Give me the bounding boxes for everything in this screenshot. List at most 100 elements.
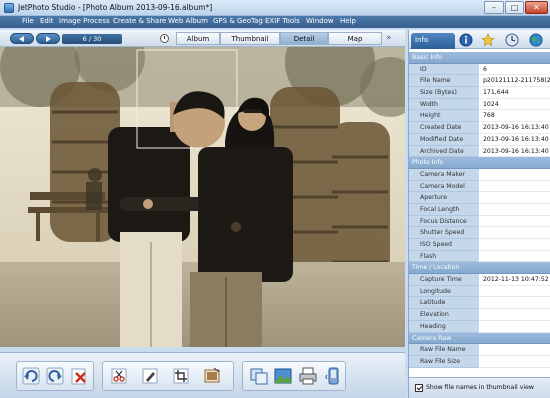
menu-create-share[interactable]: Create & Share [113, 17, 166, 25]
next-photo-button[interactable] [36, 33, 60, 44]
info-row-value[interactable]: p20121112-211758(2) [480, 75, 550, 88]
info-row: Created Date 2013-09-16 16:13:40 [409, 122, 550, 134]
rotate-right-button[interactable] [45, 366, 65, 386]
delete-icon [71, 368, 86, 385]
menu-image-process[interactable]: Image Process [59, 17, 110, 25]
tab-map[interactable]: Map [328, 32, 382, 45]
info-table: Basic Info ID 6 File Name p20121112-211758(2… [409, 52, 550, 368]
menu-web-album[interactable]: Web Album [168, 17, 208, 25]
photo-image [0, 47, 405, 347]
edit-icon [142, 368, 158, 384]
tool-group-rotate [16, 361, 94, 391]
menu-exif-tools[interactable]: EXIF Tools [265, 17, 300, 25]
info-row: Shutter Speed [409, 227, 550, 239]
info-row: File Name p20121112-211758(2) [409, 75, 550, 88]
cut-icon [111, 368, 127, 384]
info-row-label: Height [409, 110, 479, 123]
info-row-value[interactable] [480, 216, 550, 228]
info-row-value[interactable]: 1024 [480, 99, 550, 111]
show-filenames-checkbox[interactable] [415, 384, 423, 392]
info-row-value[interactable]: 2013-09-16 16:13:40 [480, 134, 550, 146]
menu-file[interactable]: File [22, 17, 34, 25]
clock-icon[interactable] [160, 34, 169, 43]
info-row-label: Focal Length [409, 203, 479, 216]
info-row-label: Camera Maker [409, 168, 479, 181]
cut-button[interactable] [109, 366, 129, 386]
info-row-value[interactable]: 2012-11-13 10:47:52 [480, 274, 550, 286]
info-row-value[interactable] [480, 227, 550, 239]
tab-album[interactable]: Album [176, 32, 220, 45]
info-row-label: File Name [409, 75, 479, 88]
close-button[interactable]: ✕ [525, 1, 548, 14]
info-row-value[interactable]: 768 [480, 110, 550, 123]
info-row: Camera Maker [409, 168, 550, 181]
info-row-value[interactable] [480, 321, 550, 333]
maximize-button[interactable]: □ [505, 1, 524, 14]
menu-gps-geotag[interactable]: GPS & GeoTag [213, 17, 263, 25]
history-tab-button[interactable] [505, 33, 519, 47]
info-row-value[interactable]: 6 [480, 64, 550, 76]
info-row-value[interactable] [480, 297, 550, 310]
info-row: Aperture [409, 192, 550, 204]
info-row-value[interactable]: 171,644 [480, 87, 550, 99]
info-row-label: Capture Time [409, 274, 479, 286]
info-row-value[interactable] [480, 239, 550, 251]
info-row-value[interactable] [480, 286, 550, 298]
info-row-value[interactable] [480, 309, 550, 321]
section-header: Time / Location [409, 262, 550, 275]
info-tab-button[interactable] [459, 33, 473, 47]
section-title[interactable]: Time / Location [409, 262, 550, 275]
title-bar: JetPhoto Studio - [Photo Album 2013-09-1… [0, 0, 550, 16]
info-row-value[interactable] [480, 169, 550, 181]
copy-icon [250, 368, 268, 385]
section-title[interactable]: Photo Info [409, 157, 550, 169]
info-row: Flash [409, 250, 550, 263]
menu-window[interactable]: Window [306, 17, 334, 25]
info-row-label: Modified Date [409, 133, 479, 146]
map-tab-button[interactable] [529, 33, 543, 47]
slideshow-button[interactable] [202, 366, 222, 386]
rotate-left-button[interactable] [21, 366, 41, 386]
rating-tab-button[interactable] [481, 33, 495, 47]
info-row-label: Raw File Size [409, 355, 479, 368]
tab-detail[interactable]: Detail [280, 32, 328, 45]
info-row-value[interactable] [480, 204, 550, 216]
menu-edit[interactable]: Edit [40, 17, 54, 25]
menu-help[interactable]: Help [340, 17, 356, 25]
tab-thumbnail[interactable]: Thumbnail [220, 32, 280, 45]
image-button[interactable] [273, 366, 293, 386]
delete-button[interactable] [69, 366, 89, 386]
photo-viewer[interactable] [0, 47, 405, 347]
info-row-label: Focus Distance [409, 215, 479, 228]
info-row-value[interactable] [480, 251, 550, 263]
info-row: Modified Date 2013-09-16 16:13:40 [409, 133, 550, 146]
panel-tabs: Info [409, 30, 550, 49]
info-row-value[interactable] [480, 344, 550, 356]
mobile-button[interactable] [323, 366, 343, 386]
more-tabs-button[interactable]: » [386, 33, 392, 43]
info-row: Size (Bytes) 171,644 [409, 87, 550, 99]
info-row-label: ISO Speed [409, 239, 479, 251]
copy-button[interactable] [249, 366, 269, 386]
section-header: Photo Info [409, 157, 550, 169]
tab-info[interactable]: Info [411, 33, 455, 49]
section-title[interactable]: Basic Info [409, 52, 550, 64]
info-row-value[interactable]: 2013-09-16 16:13:40 [480, 122, 550, 134]
section-header: Camera Raw [409, 332, 550, 345]
print-button[interactable] [298, 366, 318, 386]
info-row-label: Archived Date [409, 145, 479, 158]
info-row-label: ID [409, 63, 479, 76]
info-row-value[interactable] [480, 356, 550, 368]
info-row-value[interactable] [480, 192, 550, 204]
crop-button[interactable] [171, 366, 191, 386]
rotate-left-icon [22, 367, 40, 385]
edit-button[interactable] [140, 366, 160, 386]
info-row-value[interactable]: 2013-09-16 16:13:40 [480, 146, 550, 158]
info-row-value[interactable] [480, 181, 550, 193]
section-title[interactable]: Camera Raw [409, 332, 550, 345]
info-row-label: Width [409, 98, 479, 111]
minimize-button[interactable]: – [484, 1, 504, 14]
previous-photo-button[interactable] [10, 33, 34, 44]
info-row: Archived Date 2013-09-16 16:13:40 [409, 145, 550, 158]
info-row: Raw File Name [409, 344, 550, 356]
